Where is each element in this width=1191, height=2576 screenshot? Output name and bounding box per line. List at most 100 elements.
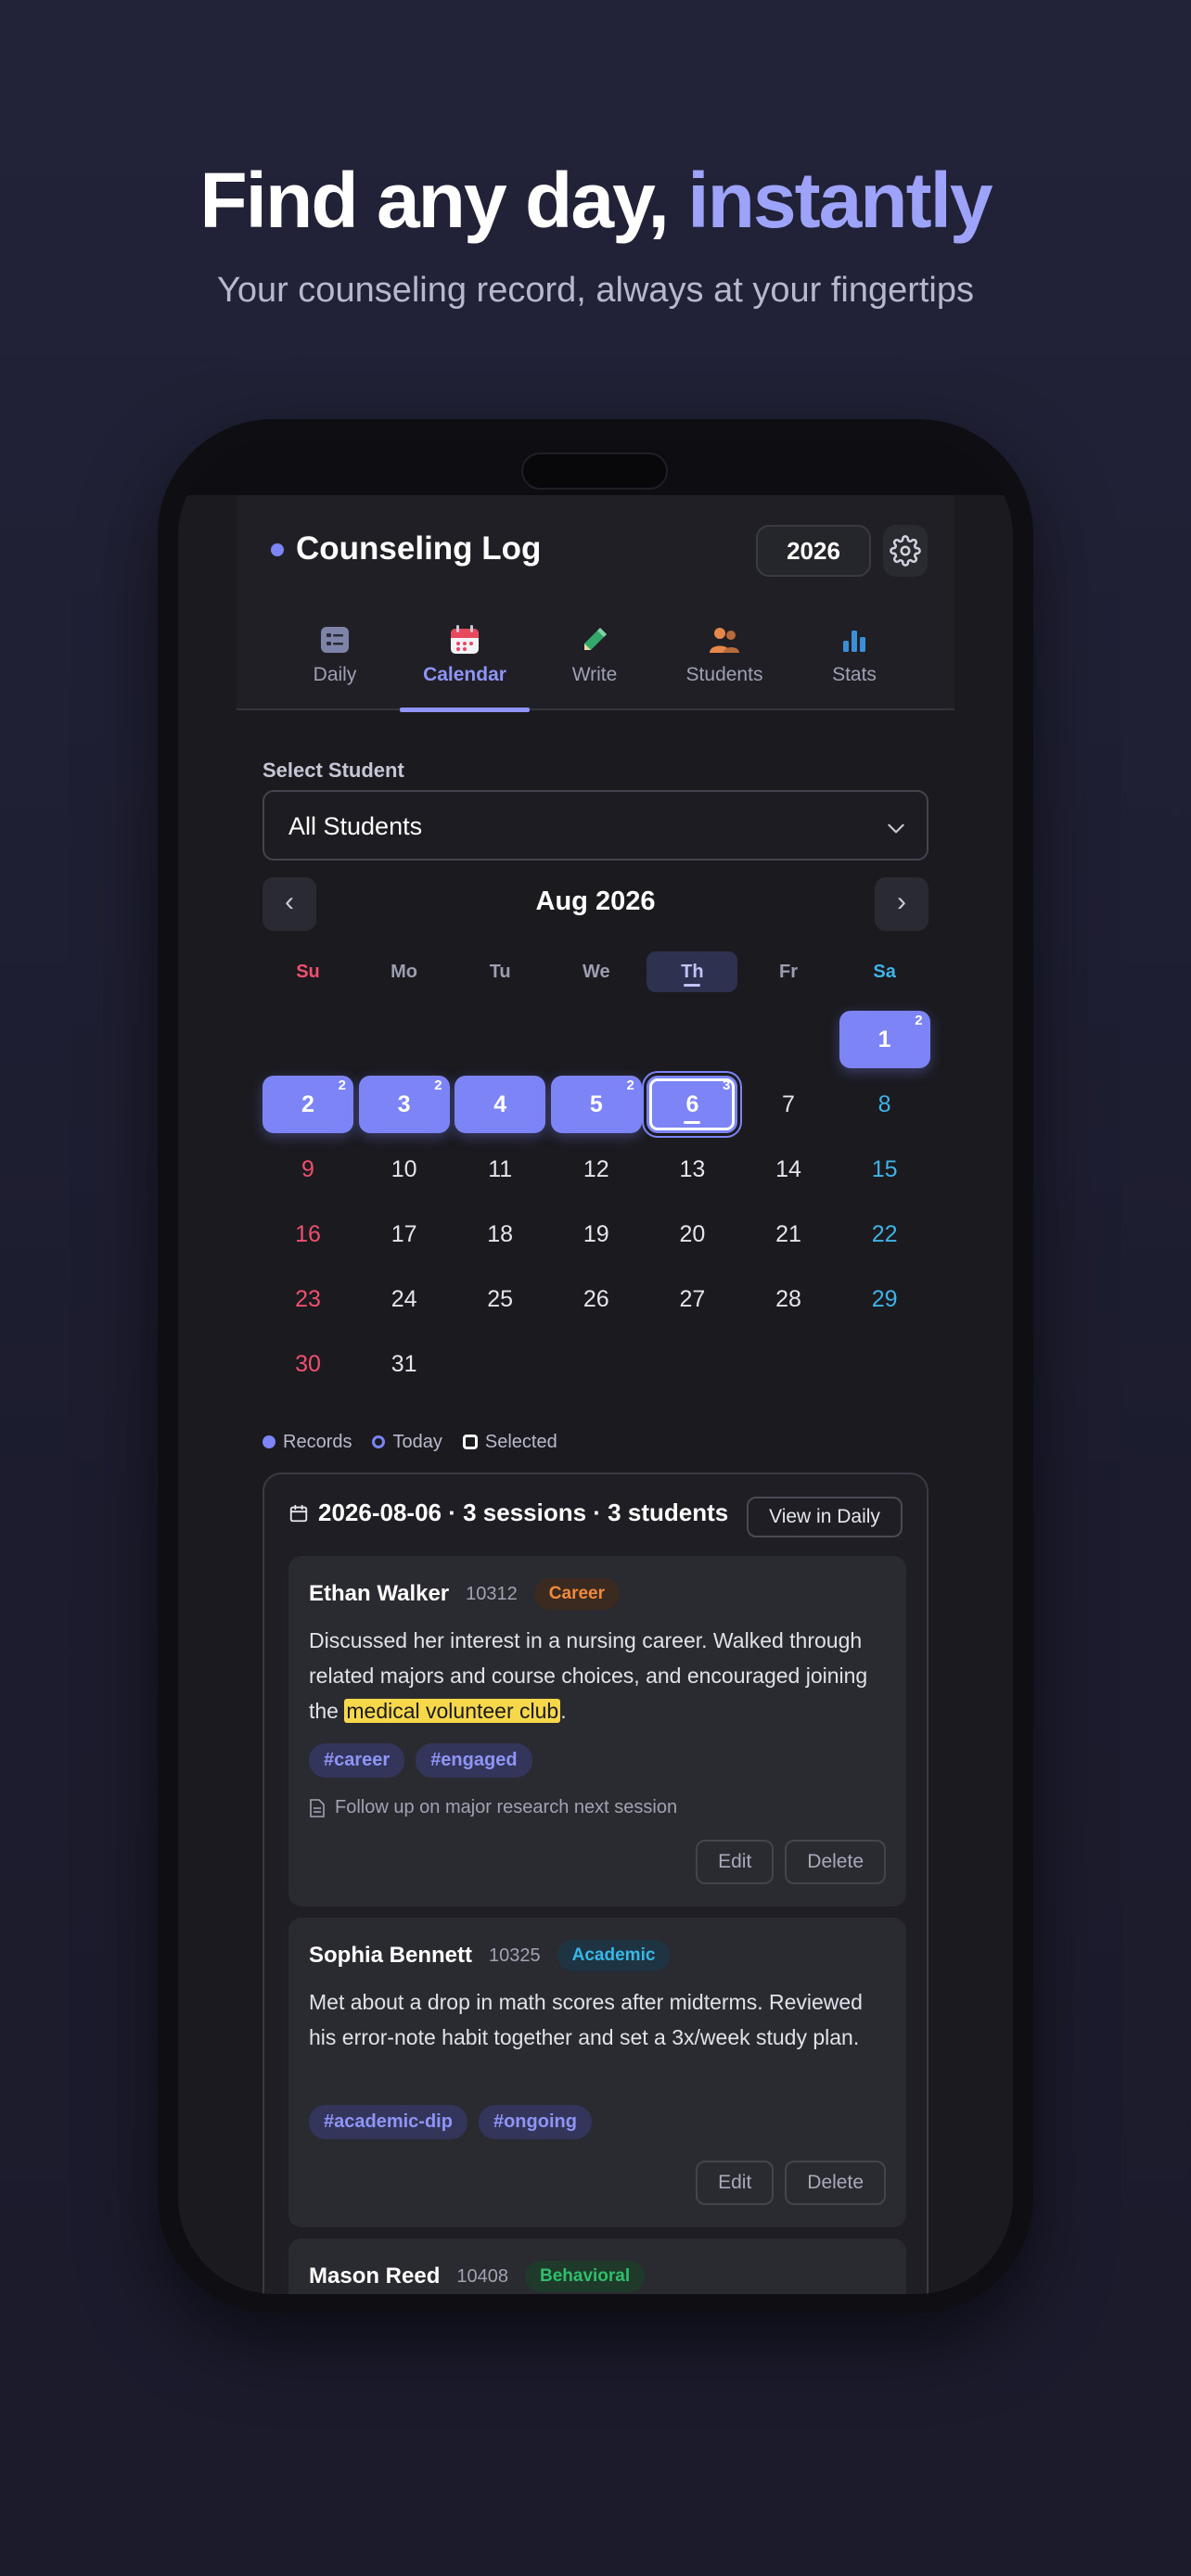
session-header: Sophia Bennett 10325 Academic [309,1940,671,1971]
calendar-day-15[interactable]: 15 [839,1141,930,1198]
legend-records: Records [263,1432,352,1453]
student-name: Ethan Walker [309,1581,450,1606]
calendar-day-28[interactable]: 28 [743,1270,834,1328]
panel-header: 2026-08-06 · 3 sessions · 3 students [288,1498,728,1527]
legend-today-label: Today [392,1431,442,1452]
records-dot-icon [263,1435,275,1448]
legend-records-label: Records [283,1431,352,1452]
calendar-day-12[interactable]: 12 [551,1141,642,1198]
category-badge: Academic [557,1940,671,1971]
calendar-day-17[interactable]: 17 [359,1205,450,1263]
tab-label: Write [571,664,618,685]
calendar-day-27[interactable]: 27 [647,1270,737,1328]
bar-chart-icon [840,623,868,657]
today-ring-icon [372,1435,386,1448]
calendar-day-5[interactable]: 52 [550,1076,642,1133]
settings-button[interactable] [883,525,928,577]
session-text: Discussed her interest in a nursing care… [309,1623,890,1728]
calendar-day-3[interactable]: 32 [358,1076,450,1133]
calendar-day-19[interactable]: 19 [551,1205,642,1263]
tag[interactable]: #career [309,1743,405,1778]
session-text: Met about a drop in math scores after mi… [309,1990,863,2049]
edit-button[interactable]: Edit [696,1840,775,1884]
session-card[interactable]: Mason Reed 10408 Behavioral [288,2238,906,2294]
session-card[interactable]: Sophia Bennett 10325 Academic Met about … [288,1918,906,2227]
record-count-badge: 2 [338,1078,346,1093]
calendar-day-11[interactable]: 11 [455,1141,545,1198]
gear-icon [890,535,921,567]
calendar-day-23[interactable]: 23 [263,1270,353,1328]
edit-button[interactable]: Edit [696,2161,775,2205]
year-selector[interactable]: 2026 [756,525,871,577]
weekday-we: We [582,962,610,982]
status-bar [178,440,1013,495]
weekday-fr: Fr [779,962,798,982]
next-month-button[interactable]: › [875,877,928,931]
hero-title: Find any day, instantly [0,156,1191,246]
calendar-day-16[interactable]: 16 [263,1205,353,1263]
chevron-down-icon [888,823,904,834]
tag[interactable]: #academic-dip [309,2105,467,2139]
calendar-day-4[interactable]: 4 [455,1076,546,1133]
calendar-day-10[interactable]: 10 [359,1141,450,1198]
record-count-badge: 2 [434,1078,442,1093]
follow-up-note: Follow up on major research next session [309,1797,677,1818]
calendar-icon [449,623,480,657]
calendar-day-25[interactable]: 25 [455,1270,545,1328]
calendar-legend: Records Today Selected [263,1428,557,1456]
calendar-day-21[interactable]: 21 [743,1205,834,1263]
calendar-day-26[interactable]: 26 [551,1270,642,1328]
legend-selected: Selected [462,1432,557,1453]
calendar-day-22[interactable]: 22 [839,1205,930,1263]
tab-calendar[interactable]: Calendar [400,606,530,712]
student-name: Sophia Bennett [309,1943,473,1968]
pencil-icon [580,623,609,657]
session-header: Ethan Walker 10312 Career [309,1578,620,1610]
student-id: 10325 [489,1945,541,1966]
tab-write[interactable]: Write [530,606,660,710]
calendar-day-18[interactable]: 18 [455,1205,545,1263]
delete-button[interactable]: Delete [785,2161,886,2205]
tab-label: Students [685,664,763,685]
calendar-day-13[interactable]: 13 [647,1141,737,1198]
calendar-day-8[interactable]: 8 [839,1076,930,1133]
legend-today: Today [372,1432,442,1453]
tab-daily[interactable]: Daily [270,606,400,710]
session-actions: Edit Delete [696,2161,886,2205]
calendar-day-31[interactable]: 31 [359,1335,450,1393]
tag[interactable]: #engaged [416,1743,532,1778]
calendar-day-24[interactable]: 24 [359,1270,450,1328]
weekday-header: Su Mo Tu We Th Fr Sa [263,951,928,992]
panel-title: 2026-08-06 · 3 sessions · 3 students [318,1498,729,1526]
calendar-day-20[interactable]: 20 [647,1205,737,1263]
calendar-day-29[interactable]: 29 [839,1270,930,1328]
session-text-part: . [560,1699,567,1723]
tab-students[interactable]: Students [660,606,789,710]
calendar-day-6[interactable]: 63 [647,1076,738,1133]
student-id: 10408 [456,2265,508,2287]
weekday-sa: Sa [873,962,896,982]
tab-label: Daily [313,664,357,685]
calendar-day-9[interactable]: 9 [263,1141,353,1198]
calendar-day-30[interactable]: 30 [263,1335,353,1393]
calendar-day-14[interactable]: 14 [743,1141,834,1198]
month-title: Aug 2026 [535,886,656,916]
view-in-daily-button[interactable]: View in Daily [747,1497,903,1537]
tag[interactable]: #ongoing [478,2105,592,2139]
record-count-badge: 2 [626,1078,634,1093]
hero-subtitle: Your counseling record, always at your f… [216,271,975,310]
student-select[interactable]: All Students [263,790,928,861]
daily-list-icon [320,623,350,657]
tag-list: #academic-dip #ongoing [309,2105,592,2139]
delete-button[interactable]: Delete [785,1840,886,1884]
tab-label: Calendar [423,664,506,685]
calendar-day-1[interactable]: 12 [839,1011,930,1068]
calendar-day-7[interactable]: 7 [743,1076,834,1133]
weekday-su: Su [296,962,320,982]
weekday-tu: Tu [489,962,511,982]
student-id: 10312 [466,1583,518,1604]
calendar-day-2[interactable]: 22 [263,1076,353,1133]
tab-stats[interactable]: Stats [789,606,919,710]
selected-square-icon [462,1435,478,1449]
session-card[interactable]: Ethan Walker 10312 Career Discussed her … [288,1556,906,1906]
